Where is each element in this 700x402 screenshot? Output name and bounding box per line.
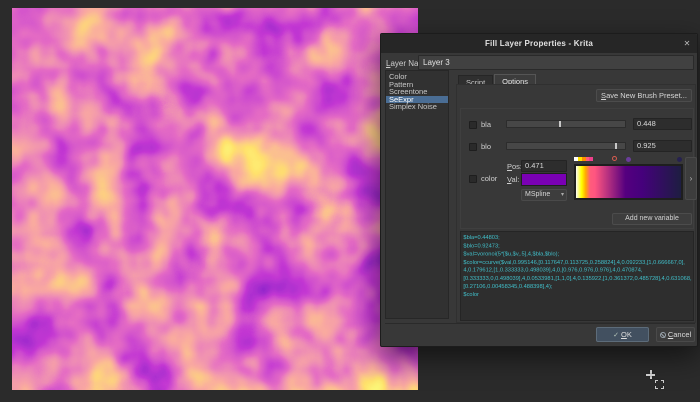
blo-checkbox[interactable] <box>469 143 477 151</box>
close-icon[interactable]: ✕ <box>681 38 693 50</box>
blo-slider-handle[interactable] <box>615 143 617 149</box>
bla-slider[interactable] <box>506 120 626 128</box>
script-line: 4,0.179612,[1,0.333333,0.498039],4,0,[0.… <box>463 266 689 274</box>
interpolation-dropdown[interactable]: MSpline ▾ <box>521 189 567 201</box>
crosshair-cursor-icon <box>646 370 666 392</box>
generator-item-simplex-noise[interactable]: Simplex Noise <box>386 103 448 111</box>
button-separator <box>385 323 695 324</box>
checkmark-icon: ✓ <box>613 332 619 339</box>
krita-application-window: Fill Layer Properties - Krita ✕ Layer Na… <box>0 0 700 402</box>
blo-variable-label: blo <box>481 142 491 151</box>
bla-checkbox[interactable] <box>469 121 477 129</box>
layer-name-input[interactable]: Layer 3 <box>418 55 694 70</box>
add-new-variable-button[interactable]: Add new variable <box>612 213 692 225</box>
fill-layer-properties-dialog: Fill Layer Properties - Krita ✕ Layer Na… <box>380 33 698 347</box>
save-new-brush-preset-button[interactable]: Save New Brush Preset... <box>596 89 692 102</box>
gradient-stop-marker[interactable] <box>589 157 593 161</box>
color-checkbox[interactable] <box>469 175 477 183</box>
blo-value-field[interactable]: 0.925 <box>633 140 692 152</box>
dialog-titlebar[interactable]: Fill Layer Properties - Krita ✕ <box>381 34 697 53</box>
dialog-title: Fill Layer Properties - Krita <box>381 34 697 53</box>
script-code: $bla=0.44803;$blo=0.92473;$val=voronoi(5… <box>461 232 692 300</box>
tool-cursor-badge-icon <box>655 380 664 389</box>
value-color-swatch[interactable] <box>521 173 567 186</box>
options-tab-panel: Save New Brush Preset... bla 0.448 blo 0… <box>456 84 696 323</box>
script-editor[interactable]: $bla=0.44803;$blo=0.92473;$val=voronoi(5… <box>460 231 694 321</box>
tab-bar: ScriptOptions <box>458 70 537 84</box>
ok-label: OK <box>621 330 632 339</box>
blo-slider[interactable] <box>506 142 626 150</box>
pos-label: Pos: <box>507 162 522 171</box>
gradient-markers <box>574 155 683 163</box>
cancel-label: Cancel <box>668 330 691 339</box>
script-line: [0.333333,0,0.498039],4,0.0533981,[1,1,0… <box>463 274 689 282</box>
gradient-preview[interactable] <box>574 164 683 200</box>
gradient-stop-marker[interactable] <box>677 157 682 162</box>
script-line: $color=ccurve($val,0.995146,[0.117647,0.… <box>463 258 689 266</box>
pos-value-field[interactable]: 0.471 <box>521 160 567 172</box>
noise-pattern-image <box>12 8 418 390</box>
canvas-area[interactable] <box>12 8 418 390</box>
script-line: $blo=0.92473; <box>463 242 689 250</box>
gradient-stop-marker[interactable] <box>626 157 631 162</box>
chevron-down-icon: ▾ <box>561 190 564 200</box>
script-line: $val=voronoi(5*[$u,$v,.5],4,$bla,$blo); <box>463 250 689 258</box>
color-variable-label: color <box>481 174 497 183</box>
script-line: [0.27106,0.00458345,0.488398],4); <box>463 282 689 290</box>
bla-value-field[interactable]: 0.448 <box>633 118 692 130</box>
gradient-next-button[interactable]: › <box>685 157 697 200</box>
ok-button[interactable]: ✓OK <box>596 327 649 342</box>
val-label: Val: <box>507 175 519 184</box>
script-line: $bla=0.44803; <box>463 234 689 242</box>
interpolation-value: MSpline <box>525 191 550 198</box>
bla-variable-label: bla <box>481 120 491 129</box>
cancel-circle-icon <box>660 332 666 338</box>
variables-panel: bla 0.448 blo 0.925 color Pos: 0.471 Val… <box>460 108 694 229</box>
gradient-stop-marker[interactable] <box>612 156 617 161</box>
bla-slider-handle[interactable] <box>559 121 561 127</box>
script-line: $color <box>463 291 689 299</box>
cancel-button[interactable]: Cancel <box>656 327 695 342</box>
gradient-editor: › <box>571 155 699 203</box>
generator-list: ColorPatternScreentoneSeExprSimplex Nois… <box>385 70 449 319</box>
